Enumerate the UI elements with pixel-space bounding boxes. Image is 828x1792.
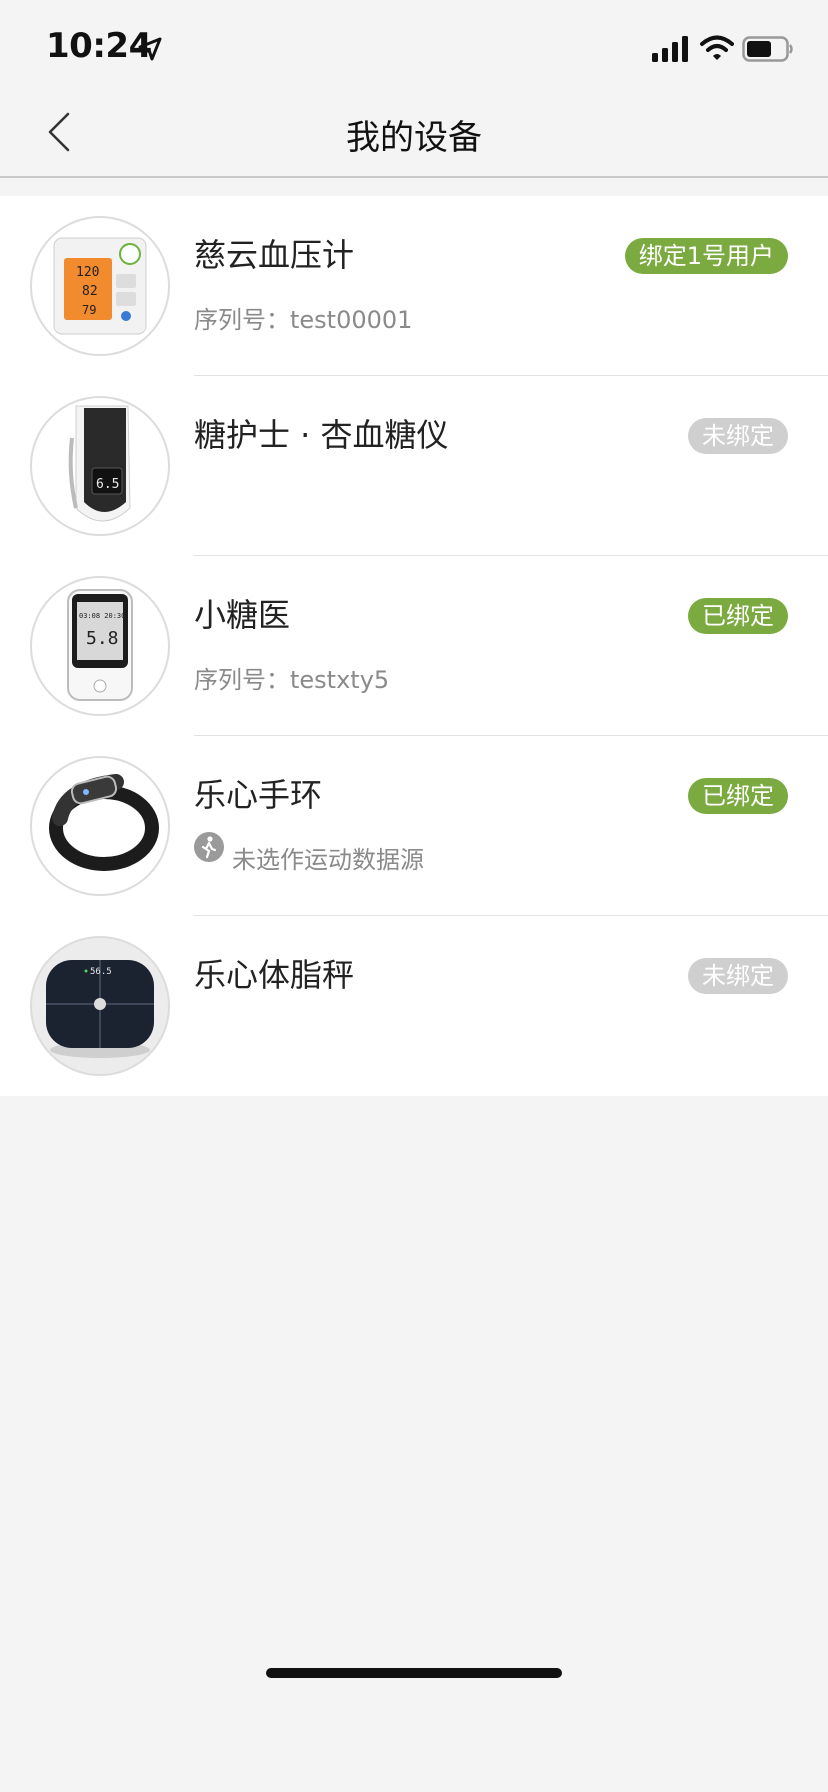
glucose-meter-pen-image: 6.5 (30, 396, 170, 536)
blood-pressure-monitor-image: 120 82 79 (30, 216, 170, 356)
svg-text:03:08 20:30: 03:08 20:30 (79, 612, 125, 620)
page-title: 我的设备 (346, 118, 482, 158)
fitness-band-image (30, 756, 170, 896)
svg-text:6.5: 6.5 (96, 477, 119, 492)
svg-text:79: 79 (82, 303, 96, 317)
device-name: 乐心体脂秤 (194, 956, 355, 994)
device-row-fitness-band[interactable]: 乐心手环 未选作运动数据源 已绑定 (0, 736, 828, 916)
wifi-icon (700, 35, 734, 60)
device-row-blood-pressure[interactable]: 120 82 79 慈云血压计 序列号：test00001 绑定1号用户 (0, 196, 828, 376)
binding-status-badge: 已绑定 (688, 598, 788, 634)
battery-icon (742, 36, 793, 62)
device-name: 糖护士 · 杏血糖仪 (194, 416, 449, 454)
device-name: 小糖医 (194, 596, 291, 634)
svg-text:120: 120 (76, 265, 99, 280)
device-row-glucose-pen[interactable]: 6.5 糖护士 · 杏血糖仪 未绑定 (0, 376, 828, 556)
device-row-glucose-handheld[interactable]: 03:08 20:30 5.8 小糖医 序列号：testxty5 已绑定 (0, 556, 828, 736)
device-serial: 序列号：test00001 (194, 306, 413, 334)
status-time: 10:24 (46, 26, 152, 66)
walking-person-icon (194, 832, 224, 862)
device-list: 120 82 79 慈云血压计 序列号：test00001 绑定1号用户 6.5… (0, 196, 828, 1096)
sport-source-status: 未选作运动数据源 (232, 846, 424, 874)
home-indicator[interactable] (266, 1668, 562, 1678)
binding-status-badge: 已绑定 (688, 778, 788, 814)
binding-status-badge: 绑定1号用户 (624, 238, 788, 274)
location-arrow-icon (138, 37, 162, 61)
binding-status-badge: 未绑定 (688, 418, 788, 454)
nav-bar: 我的设备 (0, 96, 828, 178)
device-name: 乐心手环 (194, 776, 323, 814)
device-serial: 序列号：testxty5 (194, 666, 390, 694)
binding-status-badge: 未绑定 (688, 958, 788, 994)
body-fat-scale-image: 56.5 (30, 936, 170, 1076)
status-bar: 10:24 (0, 0, 828, 96)
device-row-body-fat-scale[interactable]: 56.5 乐心体脂秤 未绑定 (0, 916, 828, 1096)
svg-text:82: 82 (82, 284, 98, 299)
svg-text:5.8: 5.8 (86, 628, 119, 649)
cellular-signal-icon (652, 36, 688, 62)
device-name: 慈云血压计 (194, 236, 355, 274)
glucose-meter-handheld-image: 03:08 20:30 5.8 (30, 576, 170, 716)
svg-text:56.5: 56.5 (90, 967, 112, 977)
